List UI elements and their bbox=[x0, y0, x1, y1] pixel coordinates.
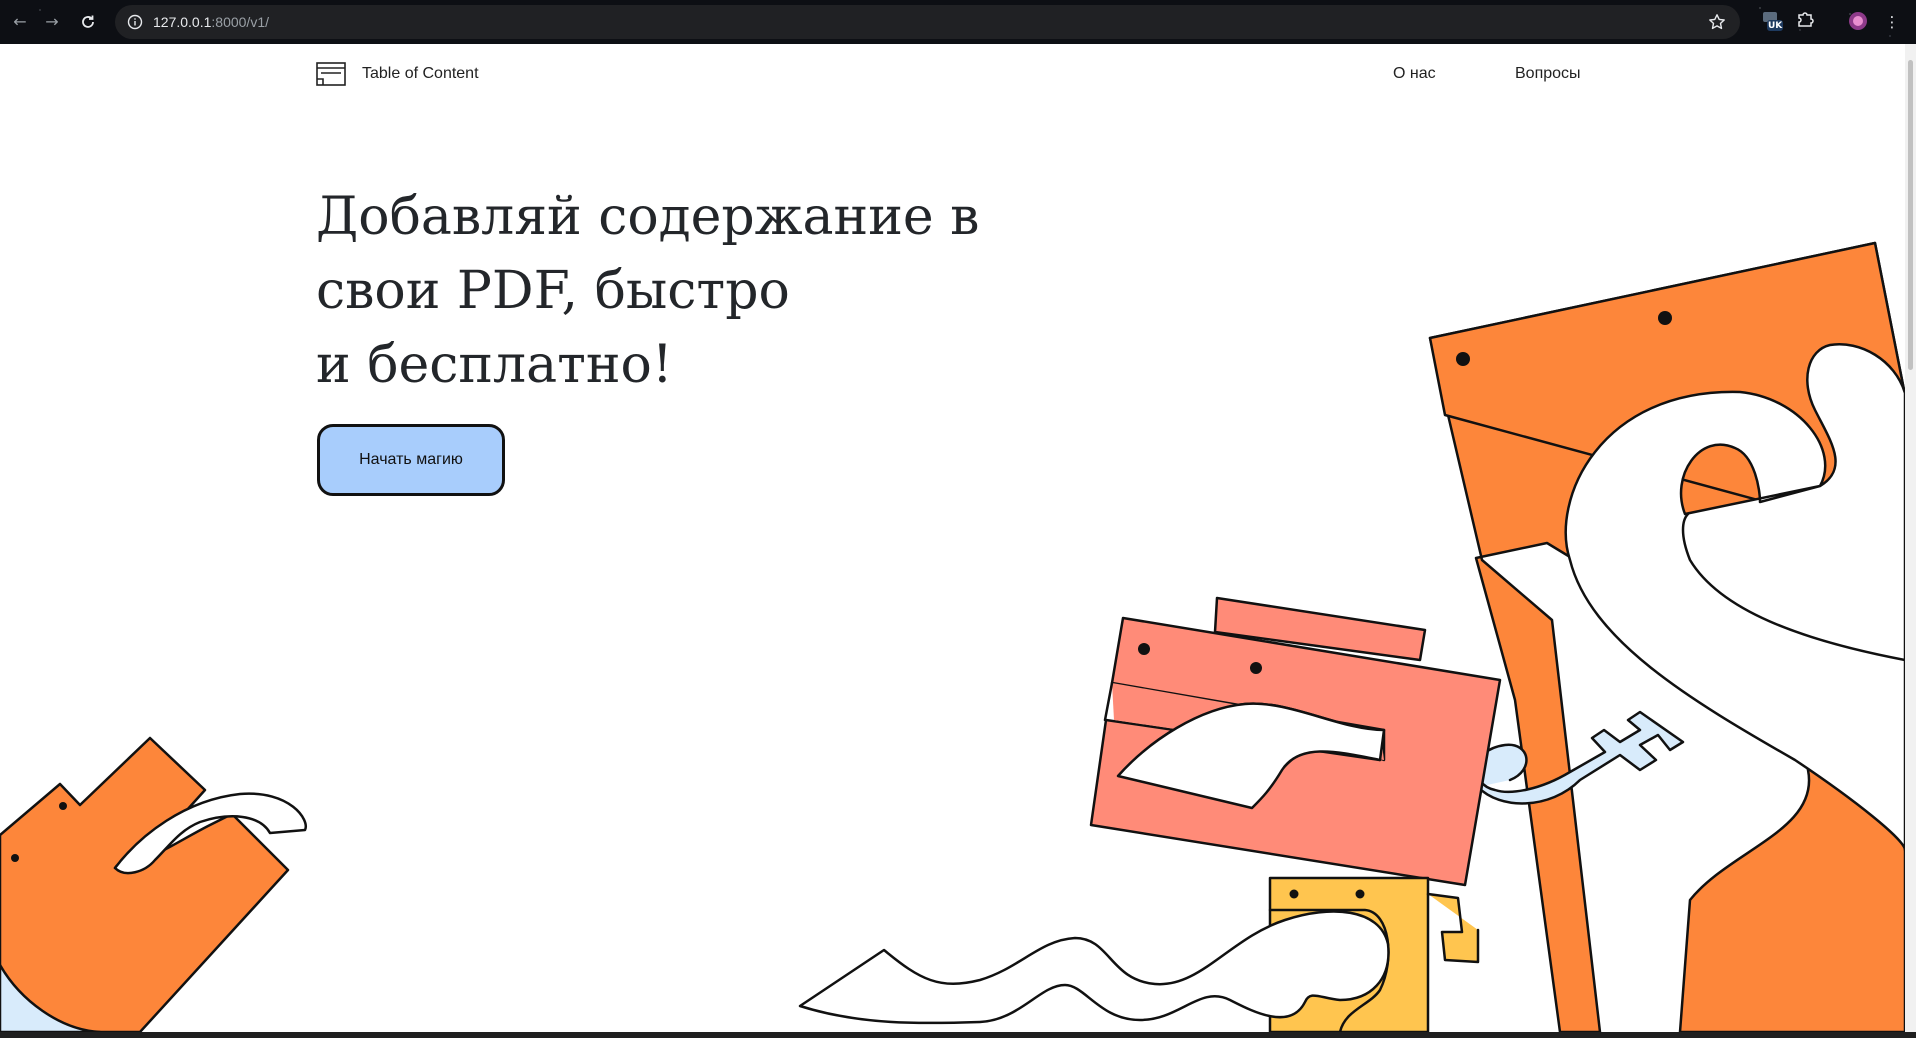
profile-avatar-icon[interactable] bbox=[1846, 10, 1870, 34]
big-orange-figure bbox=[1428, 241, 1905, 1032]
extension-uk-icon[interactable]: UK bbox=[1760, 10, 1784, 34]
extension-badge-text: UK bbox=[1768, 21, 1783, 31]
nav-about-link[interactable]: О нас bbox=[1393, 62, 1436, 86]
url-text[interactable]: 127.0.0.1:8000/v1/ bbox=[153, 5, 269, 39]
brand-name[interactable]: Table of Content bbox=[362, 62, 479, 86]
reload-icon[interactable] bbox=[76, 10, 100, 34]
site-header: Table of Content О нас Вопросы bbox=[0, 44, 1905, 104]
browser-toolbar: ← → 127.0.0.1:8000/v1/ UK ⋮ bbox=[0, 0, 1916, 44]
hero-title-line: и бесплатно! bbox=[316, 335, 673, 395]
forward-arrow-icon[interactable]: → bbox=[40, 10, 64, 34]
hero-title: Добавляй содержание в свои PDF, быстро и… bbox=[316, 180, 1056, 402]
site-info-icon[interactable] bbox=[127, 14, 143, 34]
yellow-figure bbox=[1268, 876, 1480, 1032]
nav-faq-link[interactable]: Вопросы bbox=[1515, 62, 1581, 86]
hero-title-line: Добавляй содержание в bbox=[316, 187, 980, 247]
back-arrow-icon[interactable]: ← bbox=[8, 10, 32, 34]
browser-menu-icon[interactable]: ⋮ bbox=[1880, 10, 1904, 34]
hero-title-line: свои PDF, быстро bbox=[316, 261, 790, 321]
address-bar[interactable]: 127.0.0.1:8000/v1/ bbox=[115, 5, 1740, 39]
left-orange-figure bbox=[0, 736, 307, 1032]
scrollbar-thumb[interactable] bbox=[1908, 60, 1913, 370]
white-ribbon bbox=[798, 910, 1390, 1025]
book-logo-icon[interactable] bbox=[316, 61, 346, 87]
bookmark-star-icon[interactable] bbox=[1708, 13, 1726, 35]
window-bottom-edge bbox=[0, 1032, 1916, 1038]
plug-cable bbox=[1475, 710, 1685, 805]
salmon-figure bbox=[1089, 596, 1502, 887]
start-magic-button[interactable]: Начать магию bbox=[317, 424, 505, 496]
extensions-puzzle-icon[interactable] bbox=[1793, 10, 1817, 34]
